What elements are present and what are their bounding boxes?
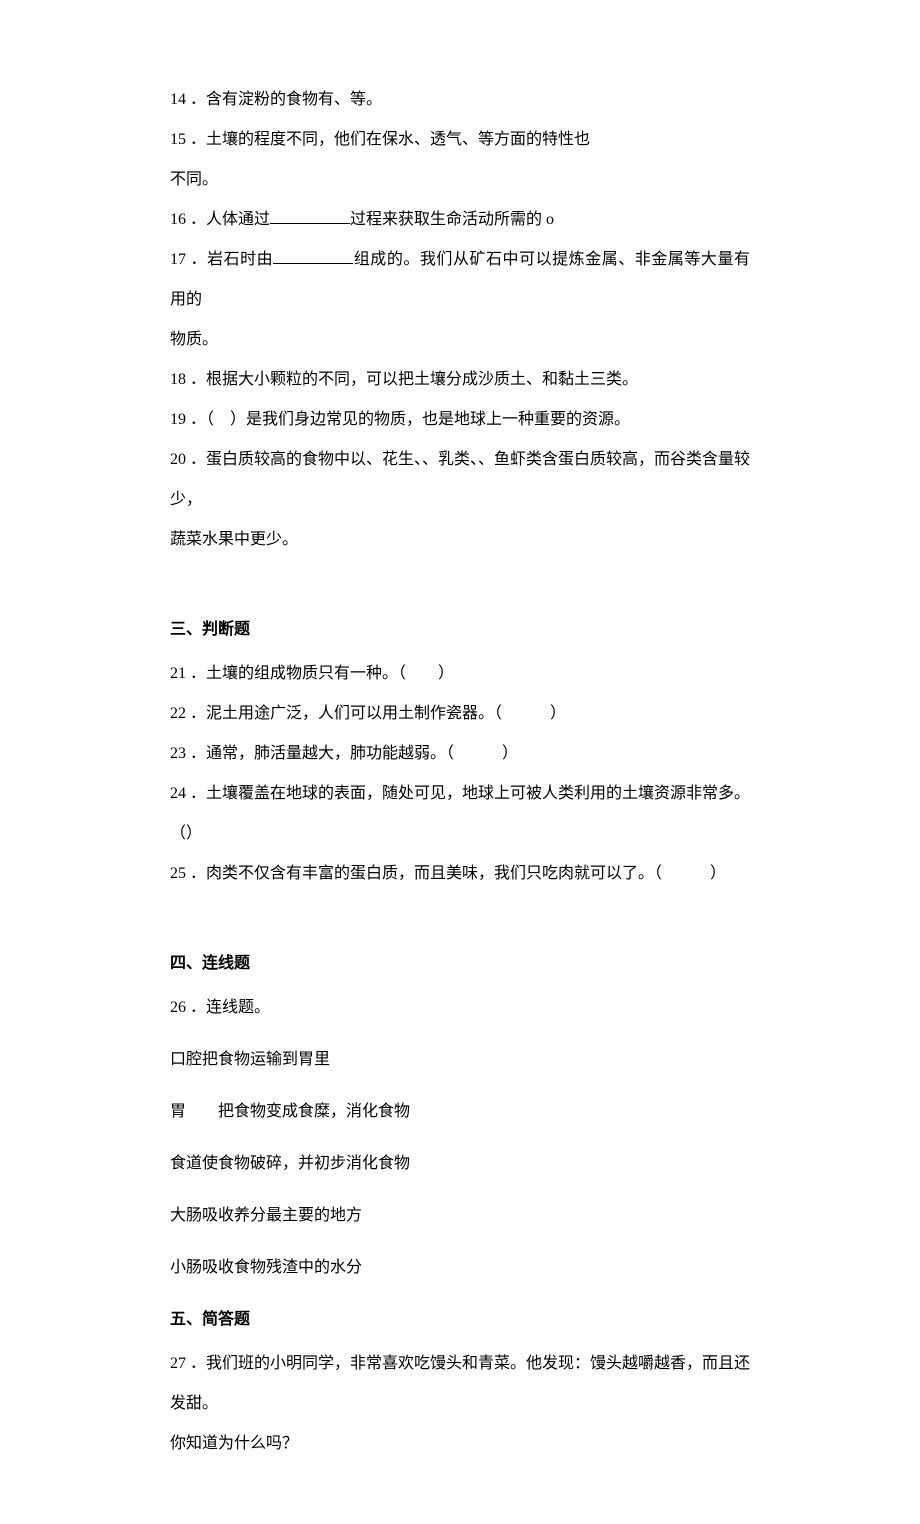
section-5-title: 五、简答题: [170, 1300, 750, 1340]
match-item: 胃 把食物变成食糜，消化食物: [170, 1092, 750, 1132]
question-text: ．土壤的组成物质只有一种。（ ）: [190, 665, 454, 682]
question-22: 22 ．泥土用途广泛，人们可以用土制作瓷器。（ ）: [170, 694, 750, 734]
question-text-prefix: ．人体通过: [190, 211, 270, 228]
question-number: 16: [170, 211, 186, 228]
question-27-cont: 你知道为什么吗？: [170, 1424, 750, 1464]
question-24-cont: （）: [170, 814, 750, 854]
fill-blank[interactable]: [270, 207, 350, 224]
match-item: 口腔把食物运输到胃里: [170, 1040, 750, 1080]
question-26: 26 ．连线题。: [170, 988, 750, 1028]
fill-blank[interactable]: [273, 247, 353, 264]
question-text: ．泥土用途广泛，人们可以用土制作瓷器。（ ）: [190, 705, 566, 722]
question-text: ．蛋白质较高的食物中以、花生、、乳类、、鱼虾类含蛋白质较高，而谷类含量较少，: [170, 451, 750, 508]
question-20-cont: 蔬菜水果中更少。: [170, 520, 750, 560]
question-text: ．连线题。: [190, 999, 270, 1016]
question-text: ．根据大小颗粒的不同，可以把土壤分成沙质土、和黏土三类。: [190, 371, 638, 388]
question-number: 15: [170, 131, 186, 148]
question-text-suffix: 过程来获取生命活动所需的 o: [350, 211, 554, 228]
question-25: 25 ．肉类不仅含有丰富的蛋白质，而且美味，我们只吃肉就可以了。（ ）: [170, 854, 750, 894]
section-4-title: 四、连线题: [170, 944, 750, 984]
question-17-cont: 物质。: [170, 320, 750, 360]
question-number: 17: [170, 251, 186, 268]
question-14: 14 ．含有淀粉的食物有、等。: [170, 80, 750, 120]
question-text: ．通常，肺活量越大，肺功能越弱。（ ）: [190, 745, 518, 762]
question-17: 17 ．岩石时由组成的。我们从矿石中可以提炼金属、非金属等大量有用的: [170, 240, 750, 320]
question-18: 18 ．根据大小颗粒的不同，可以把土壤分成沙质土、和黏土三类。: [170, 360, 750, 400]
question-number: 22: [170, 705, 186, 722]
document-page: 14 ．含有淀粉的食物有、等。 15 ．土壤的程度不同，他们在保水、透气、等方面…: [0, 0, 920, 1524]
question-number: 14: [170, 91, 186, 108]
match-item: 小肠吸收食物残渣中的水分: [170, 1248, 750, 1288]
question-text: ．土壤覆盖在地球的表面，随处可见，地球上可被人类利用的土壤资源非常多。: [190, 785, 750, 802]
question-number: 26: [170, 999, 186, 1016]
question-number: 19: [170, 411, 186, 428]
question-24: 24 ．土壤覆盖在地球的表面，随处可见，地球上可被人类利用的土壤资源非常多。: [170, 774, 750, 814]
question-23: 23 ．通常，肺活量越大，肺功能越弱。（ ）: [170, 734, 750, 774]
question-text: ．含有淀粉的食物有、等。: [190, 91, 382, 108]
match-item: 大肠吸收养分最主要的地方: [170, 1196, 750, 1236]
question-number: 25: [170, 865, 186, 882]
question-text: ．我们班的小明同学，非常喜欢吃馒头和青菜。他发现：馒头越嚼越香，而且还发甜。: [170, 1355, 750, 1412]
question-number: 23: [170, 745, 186, 762]
question-20: 20 ．蛋白质较高的食物中以、花生、、乳类、、鱼虾类含蛋白质较高，而谷类含量较少…: [170, 440, 750, 520]
question-text-prefix: ．岩石时由: [191, 251, 274, 268]
match-item: 食道使食物破碎，并初步消化食物: [170, 1144, 750, 1184]
question-27: 27 ．我们班的小明同学，非常喜欢吃馒头和青菜。他发现：馒头越嚼越香，而且还发甜…: [170, 1344, 750, 1424]
question-text: ．土壤的程度不同，他们在保水、透气、等方面的特性也: [190, 131, 590, 148]
question-number: 24: [170, 785, 186, 802]
question-number: 21: [170, 665, 186, 682]
question-number: 27: [170, 1355, 186, 1372]
question-15: 15 ．土壤的程度不同，他们在保水、透气、等方面的特性也: [170, 120, 750, 160]
question-number: 18: [170, 371, 186, 388]
question-text: ．肉类不仅含有丰富的蛋白质，而且美味，我们只吃肉就可以了。（ ）: [190, 865, 726, 882]
question-16: 16 ．人体通过 过程来获取生命活动所需的 o: [170, 200, 750, 240]
question-15-cont: 不同。: [170, 160, 750, 200]
question-19: 19 ．（ ）是我们身边常见的物质，也是地球上一种重要的资源。: [170, 400, 750, 440]
question-21: 21 ．土壤的组成物质只有一种。（ ）: [170, 654, 750, 694]
question-text: ．（ ）是我们身边常见的物质，也是地球上一种重要的资源。: [190, 411, 630, 428]
section-3-title: 三、判断题: [170, 610, 750, 650]
question-number: 20: [170, 451, 186, 468]
